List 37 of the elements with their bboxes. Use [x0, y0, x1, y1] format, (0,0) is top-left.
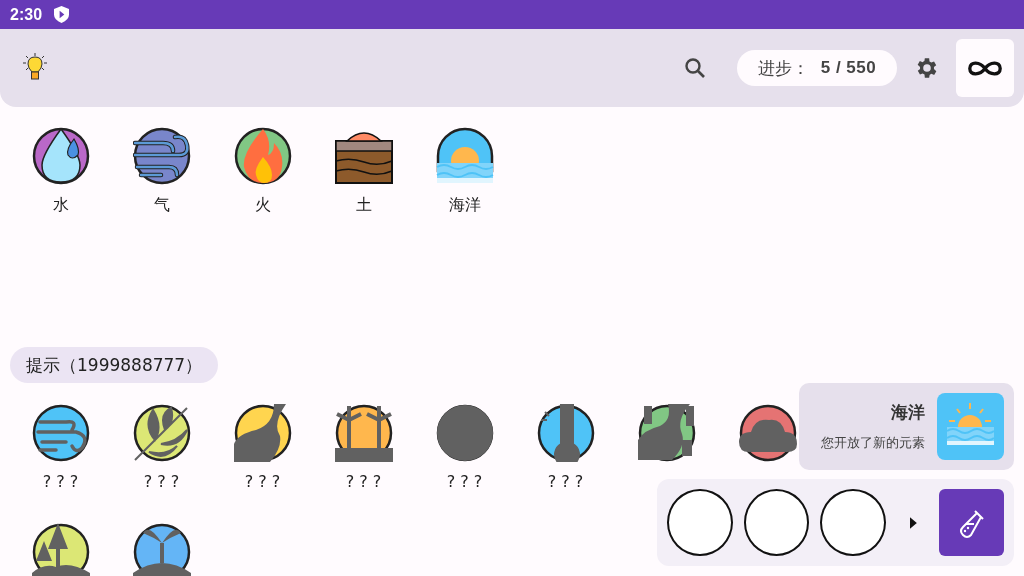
element-name: ? ? ?: [42, 471, 79, 493]
hint-button[interactable]: 提示（1999888777）: [10, 347, 219, 383]
element-name: 水: [52, 194, 69, 216]
trees-icon[interactable]: [31, 523, 90, 576]
wind-icon[interactable]: [31, 404, 90, 462]
progress-value: 5 / 550: [820, 58, 877, 78]
water-drop-icon[interactable]: [31, 127, 90, 185]
element-name: 海洋: [448, 194, 481, 216]
infinity-icon: [966, 58, 1004, 78]
thermometer-icon[interactable]: [536, 404, 595, 462]
element-name: 火: [254, 194, 271, 216]
leaf-icon[interactable]: [132, 404, 191, 462]
sunset-sea-icon[interactable]: [435, 127, 494, 185]
shield-play-icon: [54, 6, 70, 23]
element-name: 土: [355, 194, 372, 216]
fire-icon[interactable]: [233, 127, 292, 185]
sunset-sea-icon: [937, 393, 1004, 460]
wind-turbine-icon[interactable]: [334, 404, 393, 462]
wind-icon[interactable]: [132, 127, 191, 185]
notification-title: 海洋: [891, 401, 925, 424]
element-name: ? ? ?: [143, 471, 180, 493]
element-name: ? ? ?: [547, 471, 584, 493]
search-icon[interactable]: [683, 56, 707, 80]
circle-icon[interactable]: [435, 404, 494, 462]
play-arrow-icon: [909, 516, 917, 529]
element-name: 气: [153, 194, 170, 216]
cloud-icon[interactable]: [738, 404, 797, 462]
road-trees-icon[interactable]: [637, 404, 696, 462]
notification-message: 您开放了新的元素: [821, 434, 925, 452]
element-name: ? ? ?: [244, 471, 281, 493]
lightbulb-icon[interactable]: [21, 53, 49, 83]
element-name: ? ? ?: [446, 471, 483, 493]
status-time: 2:30: [10, 5, 43, 24]
progress-label: 进步：: [757, 56, 809, 80]
combine-button[interactable]: [938, 489, 1004, 556]
element-name: ? ? ?: [345, 471, 382, 493]
infinite-mode-button[interactable]: [956, 39, 1014, 97]
